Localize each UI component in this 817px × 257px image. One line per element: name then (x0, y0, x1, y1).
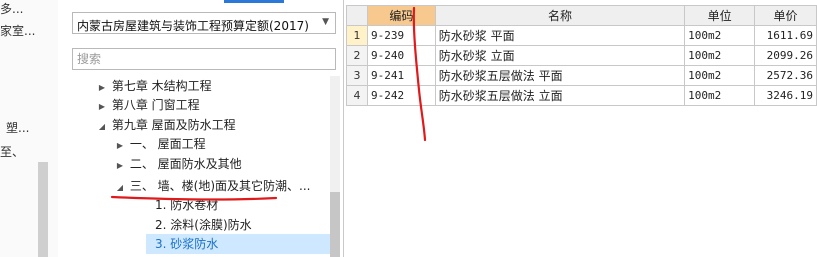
row-number: 4 (346, 85, 368, 106)
tree-node-label: 第九章 屋面及防水工程 (111, 118, 236, 132)
tree-node-item-2[interactable]: 2. 涂料(涂膜)防水 (155, 215, 252, 235)
cell-unit[interactable]: 100m2 (684, 65, 756, 86)
collapse-arrow-icon[interactable]: ◢ (114, 178, 126, 198)
table-row[interactable]: 1 9-239 防水砂浆 平面 100m2 1611.69 (346, 25, 817, 46)
expand-arrow-icon[interactable]: ▶ (96, 97, 108, 117)
tree-node-item-3[interactable]: 3. 砂浆防水 (146, 234, 335, 254)
cell-code[interactable]: 9-239 (366, 25, 436, 46)
active-tab-indicator (224, 0, 284, 3)
tree-node-label: 三、 墙、楼(地)面及其它防潮、... (129, 179, 311, 193)
column-header-code[interactable]: 编码 (366, 5, 436, 26)
quota-library-value: 内蒙古房屋建筑与装饰工程预算定额(2017) (77, 19, 309, 33)
tree-scrollbar-thumb[interactable] (330, 192, 340, 257)
cell-name[interactable]: 防水砂浆 平面 (434, 25, 686, 46)
cell-price[interactable]: 3246.19 (754, 85, 817, 106)
quota-tree-panel: 内蒙古房屋建筑与装饰工程预算定额(2017) ▼ ▶ 第七章 木结构工程 ▶ 第… (58, 0, 344, 257)
row-number: 2 (346, 45, 368, 66)
tree-node-chapter-9[interactable]: ◢ 第九章 屋面及防水工程 (96, 115, 236, 135)
left-panel-text: 至、 (0, 145, 25, 159)
cell-name[interactable]: 防水砂浆五层做法 立面 (434, 85, 686, 106)
tree-node-label: 第八章 门窗工程 (111, 98, 200, 112)
left-panel-scrollbar[interactable] (38, 162, 48, 257)
search-input[interactable] (72, 48, 336, 70)
quota-library-select[interactable]: 内蒙古房屋建筑与装饰工程预算定额(2017) ▼ (72, 12, 336, 34)
tree-node-chapter-8[interactable]: ▶ 第八章 门窗工程 (96, 95, 200, 115)
left-panel-text: 家室... (0, 24, 36, 38)
tree-node-label: 第七章 木结构工程 (111, 79, 212, 93)
table-row[interactable]: 3 9-241 防水砂浆五层做法 平面 100m2 2572.36 (346, 65, 817, 86)
quota-table: 编码 名称 单位 单价 1 9-239 防水砂浆 平面 100m2 1611.6… (346, 5, 817, 106)
column-header-unit[interactable]: 单位 (684, 5, 756, 26)
cell-unit[interactable]: 100m2 (684, 25, 756, 46)
cell-price[interactable]: 2099.26 (754, 45, 817, 66)
tree-node-label: 3. 砂浆防水 (155, 237, 219, 251)
table-row[interactable]: 2 9-240 防水砂浆 立面 100m2 2099.26 (346, 45, 817, 66)
cell-price[interactable]: 1611.69 (754, 25, 817, 46)
row-number: 1 (346, 25, 368, 46)
row-number: 3 (346, 65, 368, 86)
column-header-price[interactable]: 单价 (754, 5, 817, 26)
row-number-header (346, 5, 368, 26)
table-row[interactable]: 4 9-242 防水砂浆五层做法 立面 100m2 3246.19 (346, 85, 817, 106)
tree-node-chapter-7[interactable]: ▶ 第七章 木结构工程 (96, 76, 212, 96)
tree-scrollbar[interactable] (330, 76, 340, 257)
cell-unit[interactable]: 100m2 (684, 45, 756, 66)
left-side-panel: 多... 家室... 塑... 至、 (0, 0, 59, 257)
column-header-name[interactable]: 名称 (434, 5, 686, 26)
tree-node-section-1[interactable]: ▶ 一、 屋面工程 (114, 134, 206, 154)
tree-node-item-1[interactable]: 1. 防水卷材 (155, 195, 218, 215)
tree-node-label: 2. 涂料(涂膜)防水 (155, 218, 252, 232)
cell-unit[interactable]: 100m2 (684, 85, 756, 106)
dropdown-arrow-icon[interactable]: ▼ (322, 17, 329, 27)
cell-code[interactable]: 9-241 (366, 65, 436, 86)
cell-code[interactable]: 9-240 (366, 45, 436, 66)
left-panel-text: 塑... (6, 121, 30, 135)
collapse-arrow-icon[interactable]: ◢ (96, 117, 108, 137)
cell-price[interactable]: 2572.36 (754, 65, 817, 86)
cell-code[interactable]: 9-242 (366, 85, 436, 106)
expand-arrow-icon[interactable]: ▶ (114, 136, 126, 156)
tree-node-section-3[interactable]: ◢ 三、 墙、楼(地)面及其它防潮、... (114, 176, 311, 198)
table-header-row: 编码 名称 单位 单价 (346, 5, 817, 26)
tree-node-section-2[interactable]: ▶ 二、 屋面防水及其他 (114, 154, 242, 174)
cell-name[interactable]: 防水砂浆 立面 (434, 45, 686, 66)
cell-name[interactable]: 防水砂浆五层做法 平面 (434, 65, 686, 86)
tree-node-label: 一、 屋面工程 (129, 137, 206, 151)
tree-node-label: 二、 屋面防水及其他 (129, 157, 242, 171)
quota-grid: 编码 名称 单位 单价 1 9-239 防水砂浆 平面 100m2 1611.6… (346, 0, 817, 257)
expand-arrow-icon[interactable]: ▶ (114, 156, 126, 176)
left-panel-text: 多... (0, 2, 24, 16)
tree-node-label: 1. 防水卷材 (155, 198, 219, 212)
